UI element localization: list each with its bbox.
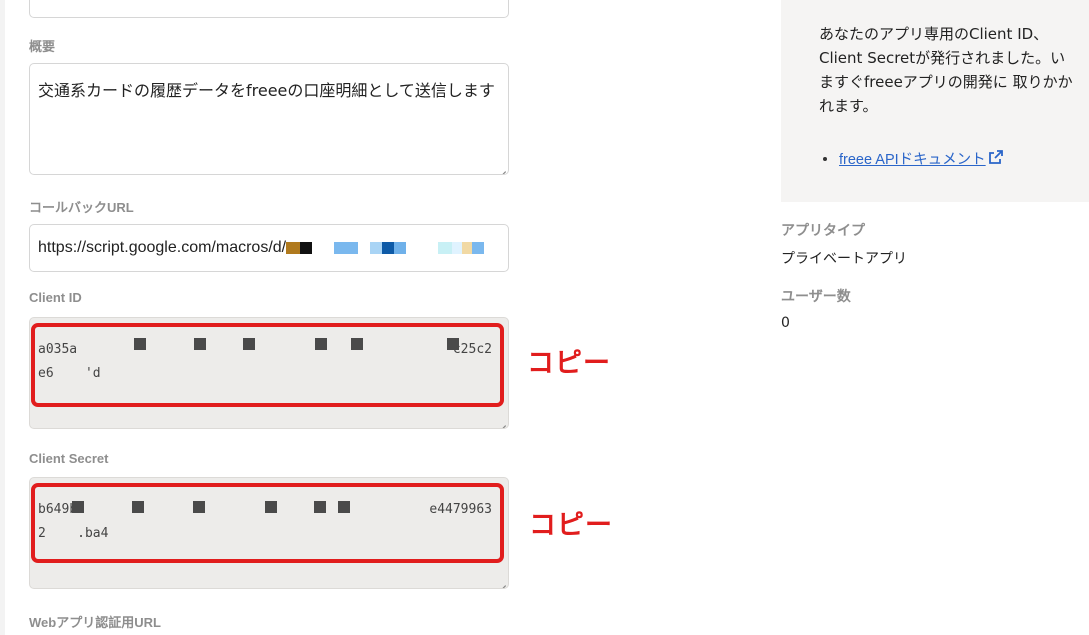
resize-grip-icon[interactable] — [497, 577, 506, 586]
callback-url-label: コールバックURL — [29, 200, 134, 215]
issued-credentials-notice: あなたのアプリ専用のClient ID、Client Secretが発行されまし… — [781, 0, 1089, 202]
resize-grip-icon[interactable] — [497, 417, 506, 426]
user-count-value: 0 — [781, 315, 790, 331]
summary-text: 交通系カードの履歴データをfreeeの口座明細として送信します — [38, 81, 495, 100]
user-count-label: ユーザー数 — [781, 289, 851, 305]
copy-annotation-1: コピー — [527, 348, 611, 379]
callback-url-input[interactable]: https://script.google.com/macros/d/ — [29, 224, 509, 272]
web-app-auth-url-label: Webアプリ認証用URL — [29, 615, 161, 630]
summary-textarea[interactable]: 交通系カードの履歴データをfreeeの口座明細として送信します — [29, 63, 509, 175]
resize-grip-icon[interactable] — [497, 163, 506, 172]
client-id-label: Client ID — [29, 290, 82, 305]
redacted-segment — [286, 239, 485, 256]
bullet-icon — [823, 156, 827, 161]
previous-field[interactable] — [29, 0, 509, 18]
freee-api-docs-link[interactable]: freee APIドキュメント — [839, 148, 986, 169]
client-secret-label: Client Secret — [29, 451, 109, 466]
summary-label: 概要 — [29, 39, 56, 54]
copy-annotation-2: コピー — [529, 510, 613, 541]
callback-url-text: https://script.google.com/macros/d/ — [38, 239, 287, 256]
app-type-label: アプリタイプ — [781, 223, 865, 239]
notice-text: あなたのアプリ専用のClient ID、Client Secretが発行されまし… — [819, 25, 1073, 115]
client-id-highlight — [31, 323, 504, 407]
client-secret-highlight — [31, 483, 504, 563]
notice-links-list: freee APIドキュメント — [823, 148, 1004, 169]
left-edge-gutter — [0, 0, 5, 635]
app-type-value: プライベートアプリ — [781, 251, 907, 267]
freee-api-docs-link-label: freee APIドキュメント — [839, 152, 986, 168]
external-link-icon[interactable] — [988, 149, 1004, 169]
